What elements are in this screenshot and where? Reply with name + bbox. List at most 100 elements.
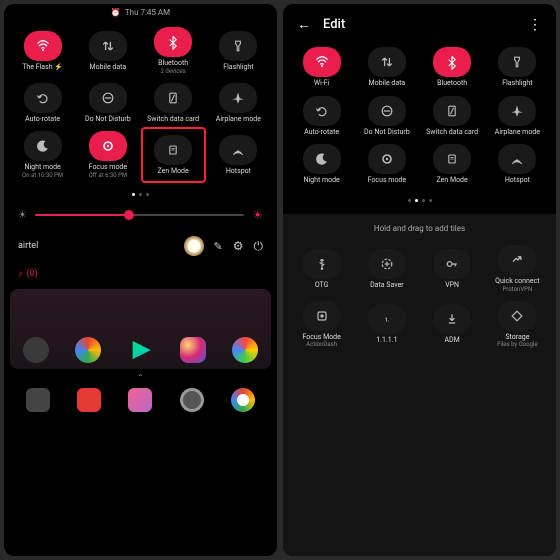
qs-tile-zen-mode[interactable]: Zen Mode	[141, 127, 206, 183]
tile-label: VPN	[445, 282, 459, 290]
qs-tile-airplane-mode[interactable]: Airplane mode	[206, 79, 271, 128]
tile-label: Night mode	[303, 177, 339, 185]
tile-label: Flashlight	[223, 64, 253, 72]
brightness-row: ☀ ☀	[4, 202, 277, 228]
brightness-slider[interactable]	[35, 214, 244, 216]
dnd-icon	[368, 96, 406, 126]
tile-sublabel: ActionDash	[306, 341, 337, 348]
quickconnect-icon	[498, 245, 536, 275]
bluetooth-icon	[154, 27, 192, 57]
tile-label: Auto-rotate	[304, 129, 339, 137]
datasaver-icon	[368, 249, 406, 279]
qs-tile-hotspot[interactable]: Hotspot	[485, 140, 550, 189]
download-icon	[433, 304, 471, 334]
qs-tile-vpn[interactable]: VPN	[420, 241, 485, 297]
qs-tile-mobile-data[interactable]: Mobile data	[354, 43, 419, 92]
qs-tile-flashlight[interactable]: Flashlight	[485, 43, 550, 92]
qs-tile-the-flash-[interactable]: The Flash ⚡	[10, 23, 75, 79]
app-photos-icon[interactable]	[232, 337, 258, 363]
chevron-up-icon[interactable]: ⌃	[4, 369, 277, 386]
tile-label: Do Not Disturb	[364, 129, 410, 137]
status-time: Thu 7:45 AM	[125, 8, 170, 17]
page-dots-left[interactable]	[4, 187, 277, 202]
edit-pencil-icon[interactable]: ✎	[214, 240, 223, 253]
dock-music-icon[interactable]	[128, 388, 152, 412]
app-contacts-icon[interactable]	[23, 337, 49, 363]
data-arrows-icon	[89, 31, 127, 61]
dock-camera-icon[interactable]	[180, 388, 204, 412]
qs-tile-1-1-1-1[interactable]: 1. 1.1.1.1	[354, 297, 419, 353]
drag-hint: Hold and drag to add tiles	[283, 214, 556, 237]
qs-tile-switch-data-card[interactable]: Switch data card	[141, 79, 206, 128]
qs-tile-focus-mode[interactable]: Focus ModeActionDash	[289, 297, 354, 353]
tile-sublabel: Files by Google	[497, 341, 538, 348]
airplane-icon	[498, 96, 536, 126]
qs-tile-flashlight[interactable]: Flashlight	[206, 23, 271, 79]
qs-tile-quick-connect[interactable]: Quick connectProtonVPN	[485, 241, 550, 297]
dock-phone-icon[interactable]	[26, 388, 50, 412]
qs-tile-otg[interactable]: OTG	[289, 241, 354, 297]
tile-label: Focus Mode	[302, 334, 340, 342]
qs-tile-night-mode[interactable]: Night modeOn at 10:30 PM	[10, 127, 75, 183]
dock	[4, 386, 277, 418]
sim-icon	[433, 96, 471, 126]
tile-label: Mobile data	[90, 64, 127, 72]
qs-tile-night-mode[interactable]: Night mode	[289, 140, 354, 189]
carrier-label: airtel	[18, 241, 38, 251]
tile-sublabel: Off at 6:30 PM	[89, 172, 128, 179]
qs-tile-adm[interactable]: ADM	[420, 297, 485, 353]
tile-label: Hotspot	[505, 177, 530, 185]
app-chrome-icon[interactable]	[75, 337, 101, 363]
qs-tile-focus-mode[interactable]: Focus modeOff at 6:30 PM	[75, 127, 140, 183]
app-instagram-icon[interactable]	[180, 337, 206, 363]
brightness-high-icon: ☀	[252, 208, 263, 222]
qs-tile-focus-mode[interactable]: Focus mode	[354, 140, 419, 189]
qs-tile-data-saver[interactable]: Data Saver	[354, 241, 419, 297]
storage-icon	[498, 301, 536, 331]
tile-label: Zen Mode	[158, 168, 189, 176]
qs-tile-airplane-mode[interactable]: Airplane mode	[485, 92, 550, 141]
tile-label: OTG	[315, 282, 329, 290]
qs-tile-do-not-disturb[interactable]: Do Not Disturb	[354, 92, 419, 141]
data-arrows-icon	[368, 47, 406, 77]
svg-text:1.: 1.	[384, 318, 389, 324]
dns-icon: 1.	[368, 304, 406, 334]
back-arrow-icon[interactable]: ←	[297, 16, 311, 33]
dock-messages-icon[interactable]	[77, 388, 101, 412]
qs-tile-bluetooth[interactable]: Bluetooth2 devices	[141, 23, 206, 79]
bluetooth-icon	[433, 47, 471, 77]
qs-tile-grid-left: The Flash ⚡ Mobile data Bluetooth2 devices…	[4, 19, 277, 187]
edit-header: ← Edit ⋮	[283, 4, 556, 39]
sim-icon	[154, 83, 192, 113]
gear-icon[interactable]: ⚙	[233, 239, 244, 253]
page-dots-right[interactable]	[283, 193, 556, 208]
dock-chrome-icon[interactable]	[231, 388, 255, 412]
tile-label: Focus mode	[89, 164, 127, 172]
qs-tile-auto-rotate[interactable]: Auto-rotate	[289, 92, 354, 141]
qs-tile-auto-rotate[interactable]: Auto-rotate	[10, 79, 75, 128]
tile-label: 1.1.1.1	[376, 337, 397, 345]
qs-tile-bluetooth[interactable]: Bluetooth	[420, 43, 485, 92]
home-screen-preview	[10, 289, 271, 369]
tile-sublabel: 2 devices	[161, 68, 186, 75]
more-vert-icon[interactable]: ⋮	[528, 17, 542, 33]
qs-tile-do-not-disturb[interactable]: Do Not Disturb	[75, 79, 140, 128]
qs-tile-wi-fi[interactable]: Wi-Fi	[289, 43, 354, 92]
qs-tile-hotspot[interactable]: Hotspot	[206, 127, 271, 183]
tile-label: Auto-rotate	[25, 116, 60, 124]
tile-label: Night mode	[24, 164, 60, 172]
music-notif[interactable]: ♪ (0)	[4, 264, 277, 283]
tile-label: Do Not Disturb	[85, 116, 131, 124]
rotate-icon	[24, 83, 62, 113]
tile-label: Switch data card	[426, 129, 478, 137]
power-icon[interactable]: ⏻	[254, 239, 264, 254]
zen-icon	[154, 135, 192, 165]
focus2-icon	[303, 301, 341, 331]
qs-tile-switch-data-card[interactable]: Switch data card	[420, 92, 485, 141]
qs-tile-storage[interactable]: StorageFiles by Google	[485, 297, 550, 353]
qs-tile-zen-mode[interactable]: Zen Mode	[420, 140, 485, 189]
key-icon	[433, 249, 471, 279]
app-play-icon[interactable]	[127, 337, 153, 363]
qs-tile-mobile-data[interactable]: Mobile data	[75, 23, 140, 79]
avatar[interactable]	[184, 236, 204, 256]
